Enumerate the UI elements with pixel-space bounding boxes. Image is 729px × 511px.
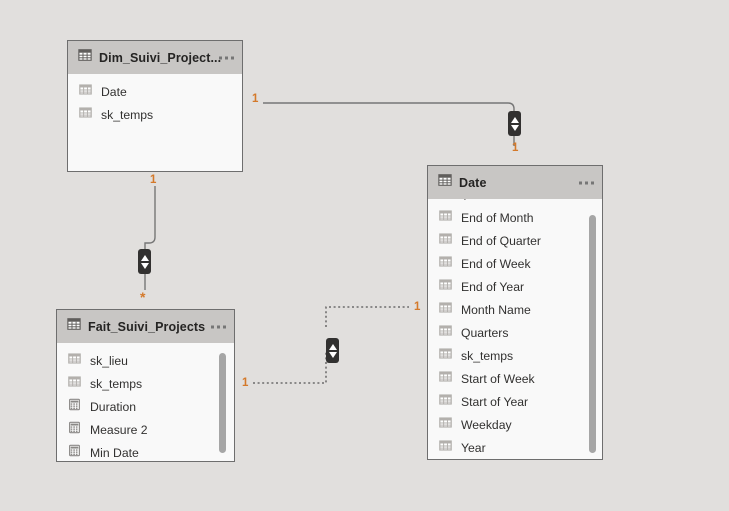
relationship-line-fait-to-date[interactable] [253,351,327,384]
column-icon [439,278,452,296]
measure-icon [68,444,81,462]
cardinality-label-to: 1 [512,142,519,154]
column-icon [439,255,452,273]
model-view-canvas[interactable]: Dim_Suivi_Project... Date sk_temps Fait_Sui… [0,0,729,511]
ellipsis-icon[interactable] [219,56,234,59]
field-row[interactable]: sk_temps [428,344,602,367]
arrow-up-icon [510,116,519,123]
column-icon [439,324,452,342]
field-label: Start of Week [461,371,535,386]
cardinality-label-from: 1 [242,377,249,389]
field-row[interactable]: Month Name [428,298,602,321]
cardinality-label-to: * [140,289,146,305]
cross-filter-both-marker[interactable] [326,338,339,363]
field-row[interactable]: End of Quarter [428,229,602,252]
table-card-fait-suivi-projects[interactable]: Fait_Suivi_Projects sk_lieu sk_temps Durati… [56,309,235,462]
table-icon [438,173,452,192]
column-icon [439,439,452,457]
field-label: End of Month [461,210,534,225]
table-title: Date [459,175,487,190]
field-label: Date [101,84,127,99]
field-label: Weekday [461,417,512,432]
column-icon [439,416,452,434]
relationship-line-fait-to-date-tail[interactable] [325,306,409,327]
field-row[interactable]: sk_lieu [57,349,234,372]
cross-filter-both-marker[interactable] [138,249,151,274]
field-row[interactable]: Start of Week [428,367,602,390]
field-row[interactable]: Start of Year [428,390,602,413]
table-title: Dim_Suivi_Project... [99,50,222,65]
table-header-fait-suivi-projects[interactable]: Fait_Suivi_Projects [57,310,234,343]
arrow-up-icon [328,343,337,350]
table-card-date[interactable]: Date Day of Week End of Month End of Quarte… [427,165,603,460]
field-label: Measure 2 [90,422,148,437]
field-row[interactable]: sk_temps [57,372,234,395]
relationship-line-dim-to-date[interactable] [263,102,515,112]
field-row[interactable]: Duration [57,395,234,418]
measure-icon [68,398,81,416]
arrow-up-icon [140,254,149,261]
field-row-partial: Day of Week [428,199,602,206]
field-row[interactable]: sk_temps [68,103,242,126]
field-row[interactable]: Year [428,436,602,459]
measure-icon [68,421,81,439]
field-label: sk_temps [101,107,154,122]
table-card-dim-suivi-project[interactable]: Dim_Suivi_Project... Date sk_temps [67,40,243,172]
column-icon [68,352,81,370]
cardinality-label-to: 1 [414,301,421,313]
table-title: Fait_Suivi_Projects [88,319,206,334]
field-label: Start of Year [461,394,529,409]
cardinality-label-from: 1 [150,174,157,186]
field-label: Min Date [90,445,139,460]
field-label: End of Quarter [461,233,541,248]
column-icon [79,83,92,101]
field-label: sk_temps [90,376,143,391]
field-label: Duration [90,399,137,414]
arrow-down-icon [140,262,149,269]
column-icon [439,347,452,365]
vertical-scrollbar[interactable] [589,215,596,453]
field-label: sk_lieu [90,353,128,368]
relationship-line-dim-to-fait[interactable] [144,186,156,250]
table-icon [67,317,81,336]
column-icon [68,375,81,393]
field-row[interactable]: End of Week [428,252,602,275]
column-icon [79,106,92,124]
table-icon [78,48,92,67]
ellipsis-icon[interactable] [579,181,594,184]
field-label: Year [461,440,486,455]
field-label: End of Week [461,256,531,271]
fields-list-fait-suivi-projects[interactable]: sk_lieu sk_temps Duration Measure 2 Min Date [57,343,234,461]
field-row[interactable]: Weekday [428,413,602,436]
column-icon [439,370,452,388]
fields-list-dim-suivi-project[interactable]: Date sk_temps [68,74,242,171]
field-row[interactable]: Date [68,80,242,103]
vertical-scrollbar[interactable] [219,353,226,453]
field-row[interactable]: End of Year [428,275,602,298]
field-label: sk_temps [461,348,514,363]
field-row[interactable]: Quarters [428,321,602,344]
field-label: End of Year [461,279,525,294]
field-row[interactable]: End of Month [428,206,602,229]
arrow-down-icon [510,124,519,131]
column-icon [439,209,452,227]
column-icon [439,301,452,319]
table-header-date[interactable]: Date [428,166,602,199]
field-label: Quarters [461,325,509,340]
ellipsis-icon[interactable] [211,325,226,328]
cross-filter-both-marker[interactable] [508,111,521,136]
cardinality-label-from: 1 [252,93,259,105]
table-header-dim-suivi-project[interactable]: Dim_Suivi_Project... [68,41,242,74]
column-icon [439,393,452,411]
field-row[interactable]: Min Date [57,441,234,462]
field-label: Month Name [461,302,531,317]
arrow-down-icon [328,351,337,358]
field-row[interactable]: Measure 2 [57,418,234,441]
column-icon [439,232,452,250]
fields-list-date[interactable]: Day of Week End of Month End of Quarter End… [428,199,602,459]
